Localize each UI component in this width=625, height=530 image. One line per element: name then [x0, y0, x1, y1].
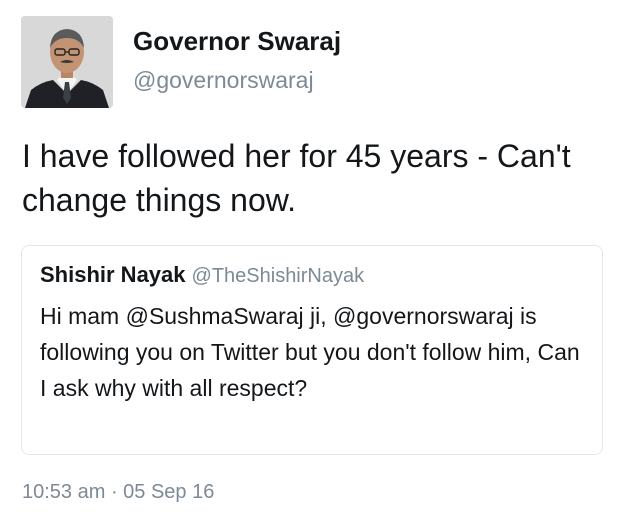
tweet-card: Governor Swaraj @governorswaraj I have f…: [0, 0, 625, 530]
quoted-author-display-name: Shishir Nayak: [40, 262, 186, 287]
tweet-text: I have followed her for 45 years - Can't…: [22, 138, 571, 218]
quoted-author-handle: @TheShishirNayak: [191, 265, 365, 287]
quoted-tweet-card[interactable]: Shishir Nayak @TheShishirNayak Hi mam @Su…: [21, 245, 603, 455]
tweet-timestamp[interactable]: 10:53 am · 05 Sep 16: [22, 481, 214, 504]
author-avatar[interactable]: [21, 16, 113, 108]
author-display-name[interactable]: Governor Swaraj: [133, 26, 341, 57]
author-handle[interactable]: @governorswaraj: [133, 67, 314, 94]
quoted-tweet-text: Hi mam @SushmaSwaraj ji, @governorswaraj…: [40, 303, 580, 401]
quoted-tweet-header: Shishir Nayak @TheShishirNayak: [40, 262, 364, 288]
person-avatar-icon: [21, 16, 113, 108]
